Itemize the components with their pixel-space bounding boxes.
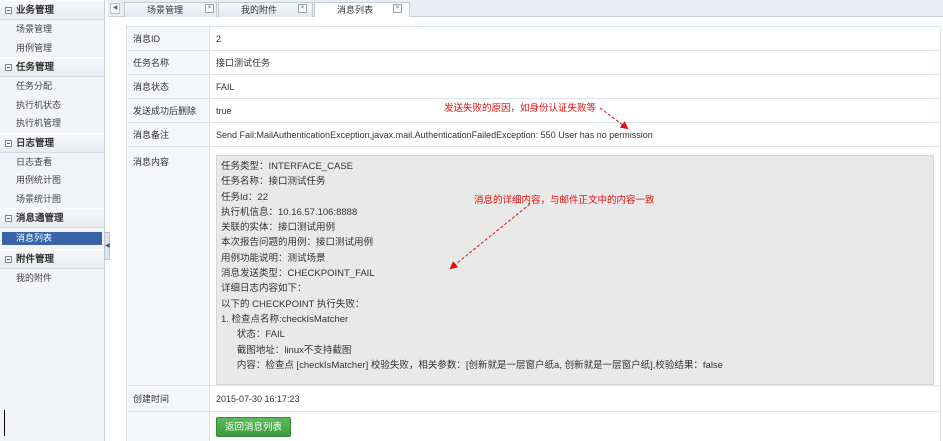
tab-scene-management-close-icon[interactable]: × — [205, 4, 214, 13]
sidebar-item-message-list[interactable]: 消息列表 — [2, 232, 102, 245]
content-line: 执行机信息：10.16.57.106:8888 — [221, 206, 358, 218]
group-title: 消息通管理 — [16, 213, 64, 224]
chevron-left-icon: ◀ — [112, 5, 118, 11]
sidebar-group-message[interactable]: 消息通管理 — [0, 208, 104, 228]
collapse-icon — [5, 7, 12, 14]
row-value: 2 — [209, 26, 941, 51]
sidebar-item-executor-status[interactable]: 执行机状态 — [0, 96, 104, 115]
table-row: 消息备注 Send Fail:MailAuthenticationExcepti… — [126, 122, 941, 147]
content-line: 本次报告问题的用例：接口测试用例 — [221, 237, 374, 249]
message-content-box: 任务类型：INTERFACE_CASE 任务名称：接口测试任务 任务Id：22 执行机… — [216, 155, 934, 385]
sidebar-item-log-view[interactable]: 日志查看 — [0, 153, 104, 172]
sidebar-item-case-chart[interactable]: 用例统计图 — [0, 171, 104, 190]
table-row: 消息内容 任务类型：INTERFACE_CASE 任务名称：接口测试任务 任务Id：… — [126, 146, 941, 386]
tab-label: 消息列表 — [337, 5, 374, 15]
group-title: 任务管理 — [16, 62, 55, 73]
sidebar-item-task-assign[interactable]: 任务分配 — [0, 77, 104, 96]
sidebar-item-scene-management[interactable]: 场景管理 — [0, 20, 104, 39]
content-line: 内容：检查点 [checkIsMatcher] 校验失败，相关参数：[创新就是一… — [221, 359, 723, 371]
tab-label: 我的附件 — [241, 5, 278, 15]
annotation-message-content: 消息的详细内容，与邮件正文中的内容一致 — [474, 195, 655, 206]
table-row: 创建时间 2015-07-30 16:17:23 — [126, 385, 941, 412]
collapse-icon — [5, 215, 12, 222]
group-title: 附件管理 — [16, 254, 55, 265]
collapse-icon — [5, 139, 12, 147]
chevron-left-icon: ◀ — [105, 243, 110, 249]
annotation-send-failure-reason: 发送失败的原因，如身份认证失败等 — [444, 103, 597, 114]
tab-bar: ◀ 场景管理 × 我的附件 × 消息列表 × — [108, 0, 943, 17]
row-value: Send Fail:MailAuthenticationException,ja… — [209, 122, 941, 147]
content-line: 用例功能说明：测试场景 — [221, 252, 326, 264]
content-line: 截图地址：linux不支持截图 — [221, 344, 352, 356]
sidebar-group-business[interactable]: 业务管理 — [0, 0, 104, 20]
text-cursor — [4, 410, 5, 436]
sidebar-item-executor-management[interactable]: 执行机管理 — [0, 114, 104, 133]
row-label: 消息内容 — [126, 146, 210, 386]
row-actions: 返回消息列表 — [209, 411, 941, 441]
table-row: 返回消息列表 — [126, 411, 941, 441]
tab-scene-management[interactable]: 场景管理 — [124, 2, 217, 17]
group-title: 日志管理 — [16, 137, 55, 149]
content-line: 以下的 CHECKPOINT 执行失败： — [221, 298, 365, 310]
sidebar-collapse-handle[interactable]: ◀ — [104, 232, 110, 260]
tab-scroll-left-button[interactable]: ◀ — [110, 3, 120, 14]
sidebar-group-log[interactable]: 日志管理 — [0, 132, 104, 153]
content-line: 关联的实体：接口测试用例 — [221, 222, 336, 234]
group-title: 业务管理 — [16, 5, 55, 16]
table-row: 消息状态 FAIL — [126, 74, 941, 99]
sidebar-group-attachment[interactable]: 附件管理 — [0, 249, 104, 269]
row-label: 消息状态 — [126, 74, 210, 99]
row-label: 创建时间 — [126, 385, 210, 412]
row-value: 任务类型：INTERFACE_CASE 任务名称：接口测试任务 任务Id：22 执行机… — [209, 146, 941, 386]
content-line: 状态：FAIL — [221, 329, 285, 341]
tab-my-attachments-close-icon[interactable]: × — [298, 4, 307, 13]
sidebar: 业务管理 场景管理 用例管理 任务管理 任务分配 执行机状态 执行机管理 日志管… — [0, 0, 105, 441]
row-label — [126, 411, 210, 441]
tab-message-list-close-icon[interactable]: × — [393, 4, 402, 13]
sidebar-group-task[interactable]: 任务管理 — [0, 57, 104, 77]
row-label: 任务名称 — [126, 50, 210, 75]
table-row: 任务名称 接口测试任务 — [126, 50, 941, 75]
back-to-message-list-button[interactable]: 返回消息列表 — [216, 416, 292, 437]
message-detail-table: 消息ID 2 任务名称 接口测试任务 消息状态 FAIL 发送成功后删除 tru… — [126, 26, 941, 441]
collapse-icon — [5, 64, 12, 71]
tab-label: 场景管理 — [147, 5, 184, 15]
sidebar-item-case-management[interactable]: 用例管理 — [0, 39, 104, 58]
row-label: 消息ID — [126, 26, 210, 51]
table-row: 消息ID 2 — [126, 26, 941, 51]
row-label: 发送成功后删除 — [126, 98, 210, 123]
content-line: 任务类型：INTERFACE_CASE — [221, 161, 353, 172]
content-line: 1. 检查点名称:checkIsMatcher — [221, 313, 349, 325]
row-value: FAIL — [209, 74, 941, 99]
content-line: 任务名称：接口测试任务 — [221, 176, 326, 188]
sidebar-item-my-attachments[interactable]: 我的附件 — [0, 269, 104, 288]
row-value: 2015-07-30 16:17:23 — [209, 385, 941, 412]
row-value: 接口测试任务 — [209, 50, 941, 75]
collapse-icon — [5, 256, 12, 263]
sidebar-item-scene-chart[interactable]: 场景统计图 — [0, 190, 104, 209]
row-label: 消息备注 — [126, 122, 210, 147]
content-line: 消息发送类型：CHECKPOINT_FAIL — [221, 268, 375, 280]
content-line: 详细日志内容如下： — [221, 283, 307, 295]
